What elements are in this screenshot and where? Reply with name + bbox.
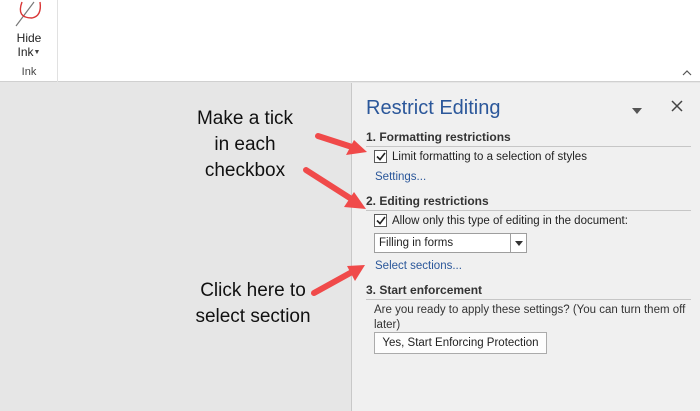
limit-formatting-option[interactable]: Limit formatting to a selection of style… bbox=[374, 150, 587, 163]
start-enforcement-heading: 3. Start enforcement bbox=[366, 283, 691, 300]
start-enforcing-button[interactable]: Yes, Start Enforcing Protection bbox=[374, 332, 547, 354]
hide-ink-button[interactable]: Hide Ink▼ bbox=[4, 31, 54, 60]
pane-title: Restrict Editing bbox=[366, 97, 501, 119]
hide-ink-label-2: Ink bbox=[17, 45, 34, 59]
allow-editing-label: Allow only this type of editing in the d… bbox=[392, 214, 628, 227]
annotation-line: in each bbox=[214, 134, 276, 155]
annotation-line: Click here to bbox=[200, 280, 306, 301]
editing-restrictions-heading: 2. Editing restrictions bbox=[366, 194, 691, 211]
annotation-select-section: Click here to select section bbox=[178, 278, 328, 330]
annotation-line: Make a tick bbox=[196, 108, 294, 129]
hide-ink-label-1: Hide bbox=[16, 31, 42, 45]
dropdown-caret-icon: ▼ bbox=[33, 48, 41, 56]
ink-group: Hide Ink▼ Ink bbox=[0, 0, 58, 82]
allow-editing-option[interactable]: Allow only this type of editing in the d… bbox=[374, 214, 628, 227]
editing-type-select[interactable]: Filling in forms bbox=[374, 233, 527, 253]
allow-editing-checkbox[interactable] bbox=[374, 214, 387, 227]
editing-type-value: Filling in forms bbox=[379, 237, 454, 249]
settings-link[interactable]: Settings... bbox=[375, 171, 426, 183]
restrict-editing-pane: Restrict Editing 1. Formatting restricti… bbox=[351, 83, 700, 411]
limit-formatting-checkbox[interactable] bbox=[374, 150, 387, 163]
pane-options-icon[interactable] bbox=[631, 103, 643, 114]
ink-group-label: Ink bbox=[21, 66, 37, 78]
annotation-line: checkbox bbox=[204, 160, 286, 181]
annotation-tick-checkboxes: Make a tick in each checkbox bbox=[175, 106, 315, 184]
annotation-line: select section bbox=[195, 306, 311, 327]
enforcement-description: Are you ready to apply these settings? (… bbox=[374, 304, 686, 331]
select-sections-link[interactable]: Select sections... bbox=[375, 260, 462, 272]
ribbon: Hide Ink▼ Ink bbox=[0, 0, 700, 82]
collapse-ribbon-icon[interactable] bbox=[680, 66, 694, 78]
formatting-restrictions-heading: 1. Formatting restrictions bbox=[366, 130, 691, 147]
limit-formatting-label: Limit formatting to a selection of style… bbox=[392, 150, 587, 163]
hide-ink-icon[interactable] bbox=[12, 0, 46, 28]
chevron-down-icon[interactable] bbox=[510, 234, 526, 252]
close-icon[interactable] bbox=[670, 99, 684, 113]
